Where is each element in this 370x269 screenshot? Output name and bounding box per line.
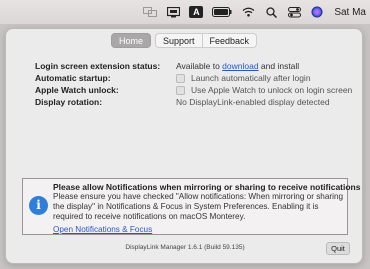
launch-at-login-checkbox[interactable] — [176, 73, 185, 83]
apple-watch-checkbox[interactable] — [176, 85, 185, 95]
login-extension-row: Login screen extension status: Available… — [35, 60, 360, 72]
login-extension-label: Login screen extension status: — [35, 61, 161, 71]
battery-icon[interactable] — [212, 6, 232, 18]
notice-title: Please allow Notifications when mirrorin… — [53, 182, 361, 192]
login-extension-suffix: and install — [258, 61, 300, 71]
search-icon[interactable] — [264, 6, 278, 18]
quit-button[interactable]: Quit — [326, 242, 350, 255]
info-icon: i — [29, 196, 48, 215]
wifi-icon[interactable] — [241, 6, 255, 18]
download-link[interactable]: download — [222, 61, 258, 71]
login-extension-value: Available to download and install — [176, 61, 299, 71]
displaylink-icon[interactable] — [143, 6, 158, 18]
apple-watch-option[interactable]: Use Apple Watch to unlock on login scree… — [176, 85, 352, 95]
settings-list: Login screen extension status: Available… — [35, 60, 360, 108]
tab-support[interactable]: Support — [154, 33, 202, 48]
menu-bar: A Sat Ma — [0, 0, 370, 24]
apple-watch-label: Apple Watch unlock: — [35, 85, 119, 95]
automatic-startup-label: Automatic startup: — [35, 73, 111, 83]
automatic-startup-row: Automatic startup: Launch automatically … — [35, 72, 360, 84]
control-center-icon[interactable] — [287, 6, 301, 18]
open-notifications-link[interactable]: Open Notifications & Focus — [53, 225, 152, 234]
apple-watch-option-label: Use Apple Watch to unlock on login scree… — [191, 85, 353, 95]
automatic-startup-option[interactable]: Launch automatically after login — [176, 73, 311, 83]
launch-at-login-label: Launch automatically after login — [191, 73, 311, 83]
notification-warning: Please allow Notifications when mirrorin… — [22, 178, 360, 235]
tab-feedback[interactable]: Feedback — [201, 33, 258, 48]
display-rotation-label: Display rotation: — [35, 97, 103, 107]
tab-bar: Home Support Feedback — [6, 33, 362, 48]
siri-icon[interactable] — [310, 6, 324, 18]
login-extension-prefix: Available to — [176, 61, 223, 71]
display-rotation-row: Display rotation: No DisplayLink-enabled… — [35, 96, 360, 108]
display-rotation-value: No DisplayLink-enabled display detected — [176, 97, 330, 107]
tab-home[interactable]: Home — [110, 33, 151, 48]
display-icon[interactable] — [166, 6, 180, 18]
notice-body: Please ensure you have checked "Allow no… — [53, 192, 344, 221]
apple-watch-row: Apple Watch unlock: Use Apple Watch to u… — [35, 84, 360, 96]
menubar-clock[interactable]: Sat Ma — [334, 7, 366, 18]
font-icon[interactable]: A — [189, 6, 204, 18]
version-label: DisplayLink Manager 1.6.1 (Build 59.135) — [125, 244, 245, 251]
